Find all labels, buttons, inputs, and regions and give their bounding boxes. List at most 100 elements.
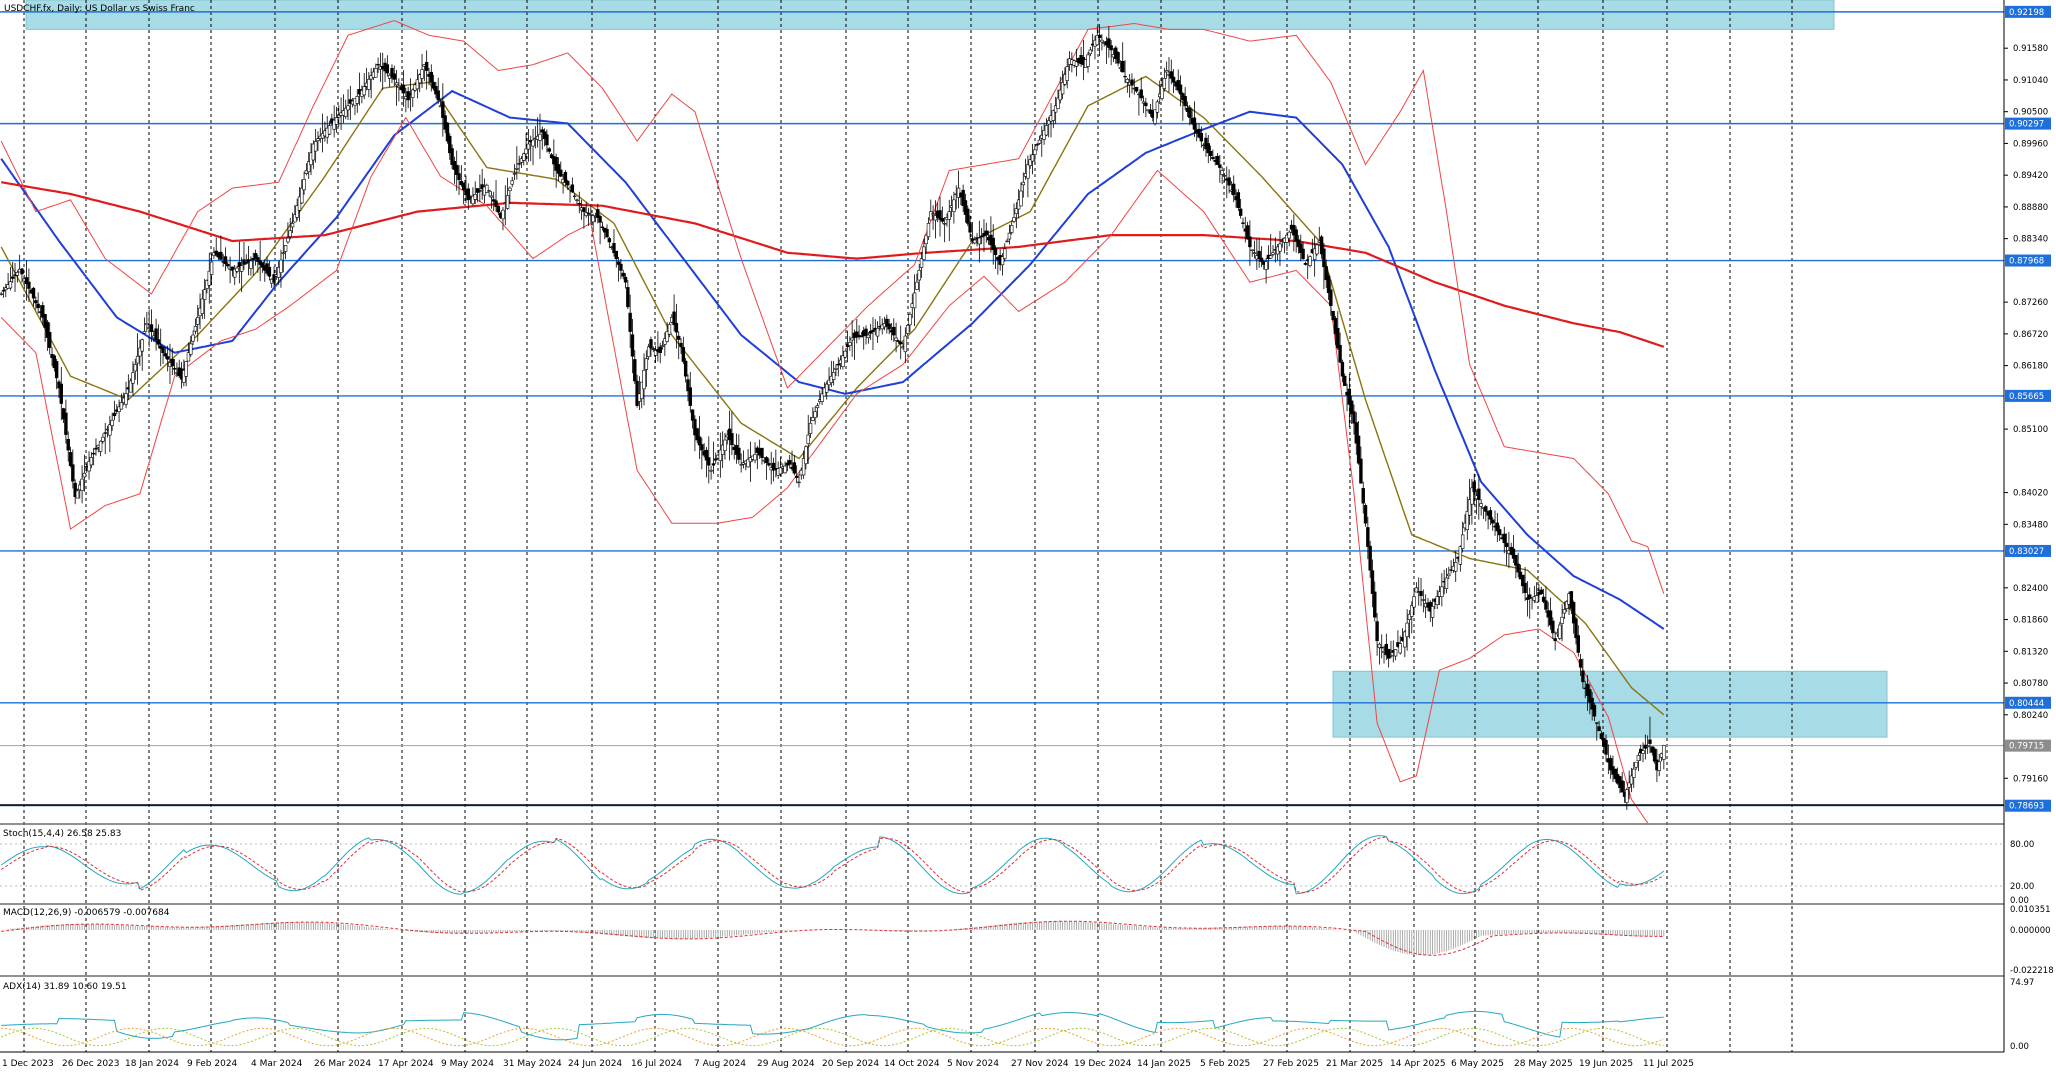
level-price-label: 0.85665 — [2009, 392, 2044, 402]
candle-body — [441, 101, 445, 118]
candle-body — [815, 405, 820, 409]
x-tick-label: 5 Feb 2025 — [1200, 1059, 1250, 1069]
candle-body — [119, 402, 124, 410]
candle-body — [1033, 149, 1037, 155]
candle-body — [1232, 183, 1236, 196]
candle-body — [875, 328, 880, 337]
candle-body — [1419, 591, 1423, 596]
candle-body — [1389, 655, 1393, 657]
candle-body — [302, 178, 306, 191]
candle-body — [1581, 670, 1585, 683]
candle-body — [834, 368, 838, 370]
candle-body — [1003, 248, 1007, 259]
candle-body — [1, 290, 6, 292]
x-tick-label: 14 Oct 2024 — [884, 1059, 940, 1069]
candle-body — [1595, 722, 1599, 724]
y-tick-label: 0.81860 — [2013, 616, 2048, 626]
candle-body — [524, 148, 528, 155]
candle-body — [723, 439, 727, 451]
candle-body — [149, 324, 154, 332]
candle-body — [1366, 527, 1370, 547]
candle-body — [455, 164, 459, 175]
adx-tick: 74.97 — [2010, 978, 2034, 988]
candle-body — [1447, 573, 1451, 577]
candle-body — [1287, 231, 1291, 239]
candle-body — [64, 412, 68, 435]
candle-body — [919, 258, 924, 268]
candle-body — [1604, 739, 1608, 755]
stoch-tick: 80.00 — [2010, 840, 2034, 850]
candle-body — [628, 312, 632, 332]
candle-body — [929, 211, 933, 221]
macd-tick: 0.000000 — [2010, 926, 2051, 936]
candle-body — [1592, 704, 1597, 717]
x-tick-label: 9 May 2024 — [441, 1059, 494, 1069]
candle-body — [808, 422, 813, 434]
candle-body — [1241, 222, 1245, 224]
candle-body — [1534, 595, 1539, 603]
candle-body — [866, 334, 871, 338]
candle-body — [34, 300, 38, 304]
candle-body — [110, 419, 114, 426]
candle-body — [1134, 87, 1139, 92]
adx-label: ADX(14) 31.89 10.60 19.51 — [3, 982, 127, 992]
candle-body — [1088, 49, 1093, 55]
candle-body — [376, 63, 380, 66]
candle-body — [487, 190, 491, 192]
candle-body — [905, 324, 910, 334]
macd-tick: -0.022218 — [2010, 966, 2054, 976]
stoch-label: Stoch(15,4,4) 26.58 25.83 — [3, 829, 121, 839]
candle-body — [531, 139, 535, 147]
candle-body — [59, 383, 63, 404]
candle-body — [189, 343, 193, 355]
candle-body — [1553, 638, 1557, 642]
x-tick-label: 28 May 2025 — [1514, 1059, 1573, 1069]
candle-body — [1271, 252, 1275, 255]
candle-body — [406, 91, 410, 101]
candle-body — [1352, 411, 1356, 424]
candle-body — [362, 86, 366, 96]
candle-body — [575, 199, 579, 201]
candle-body — [1308, 256, 1312, 266]
candle-body — [1359, 458, 1363, 484]
candle-body — [1636, 755, 1641, 762]
candle-body — [626, 287, 630, 308]
y-tick-label: 0.81320 — [2013, 647, 2048, 657]
minus-di-line — [1, 1027, 1664, 1047]
candle-body — [424, 61, 429, 71]
candle-body — [1648, 739, 1652, 744]
candle-body — [124, 393, 128, 405]
candle-body — [1368, 545, 1372, 571]
date-axis: 1 Dec 2023 26 Dec 2023 18 Jan 2024 9 Feb 20… — [0, 1051, 2004, 1069]
candle-body — [813, 411, 817, 418]
candle-body — [605, 229, 609, 238]
candle-body — [1269, 255, 1273, 259]
candle-body — [614, 250, 618, 259]
candle-body — [101, 436, 105, 442]
macd-tick: 0.010351 — [2010, 905, 2051, 915]
candle-body — [1435, 596, 1439, 605]
support-resistance-zones — [25, 0, 1888, 738]
candle-body — [226, 264, 230, 267]
candle-body — [864, 328, 868, 336]
y-tick-label: 0.79160 — [2013, 774, 2048, 784]
candle-body — [235, 267, 239, 272]
candle-body — [429, 71, 433, 83]
candle-body — [942, 223, 947, 225]
candle-body — [688, 387, 692, 406]
candle-body — [1380, 646, 1384, 649]
candle-body — [831, 371, 836, 380]
candle-body — [142, 331, 147, 334]
candle-body — [89, 457, 94, 466]
candle-body — [658, 346, 662, 353]
candle-body — [1139, 89, 1143, 99]
candle-body — [1576, 635, 1580, 653]
candle-body — [27, 281, 31, 289]
candle-body — [797, 481, 801, 484]
candle-body — [586, 212, 591, 215]
candle-body — [290, 223, 295, 228]
candle-body — [621, 272, 625, 277]
x-tick-label: 24 Jun 2024 — [568, 1059, 622, 1069]
candle-body — [1625, 789, 1629, 803]
current-price-label: 0.79715 — [2009, 742, 2044, 752]
